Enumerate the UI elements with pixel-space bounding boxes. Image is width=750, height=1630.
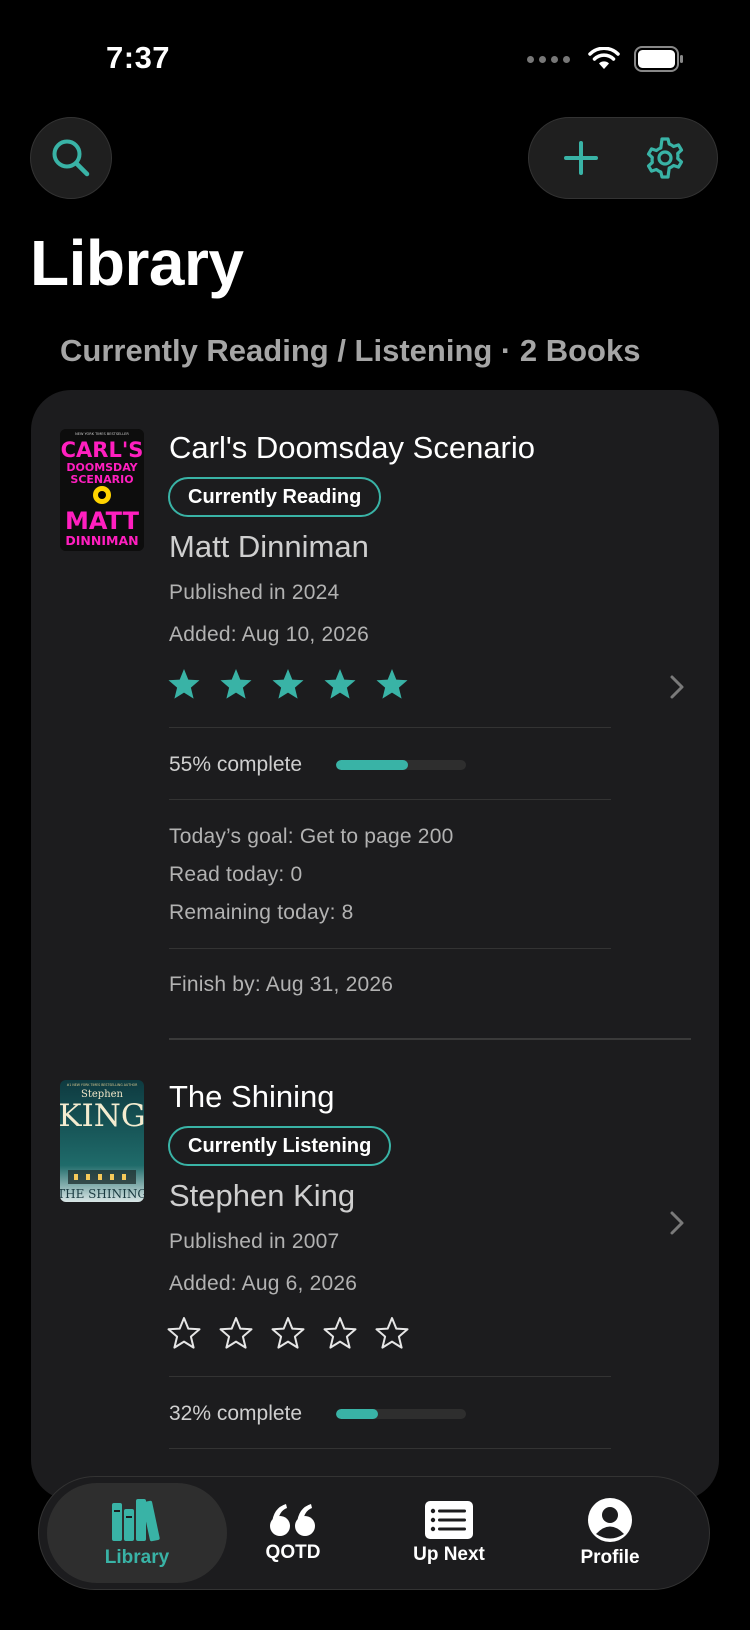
book-row-the-shining[interactable]: #1 NEW YORK TIMES BESTSELLING AUTHOR Ste… (31, 1040, 719, 1500)
book-cover: NEW YORK TIMES BESTSELLER CARL'S DOOMSDA… (60, 429, 144, 551)
battery-icon (634, 46, 683, 72)
section-header: Currently Reading / Listening · 2 Books (60, 333, 641, 368)
svg-text:CARL'S: CARL'S (61, 438, 144, 462)
status-badge: Currently Reading (168, 477, 382, 517)
add-button[interactable] (546, 123, 616, 193)
tab-library[interactable]: Library (47, 1483, 227, 1583)
search-button[interactable] (30, 117, 112, 199)
progress-bar (336, 1409, 466, 1419)
wifi-icon (588, 47, 620, 69)
read-today: Read today: 0 (169, 863, 303, 886)
reading-list-card: NEW YORK TIMES BESTSELLER CARL'S DOOMSDA… (31, 390, 719, 1500)
remaining-today: Remaining today: 8 (169, 901, 354, 924)
star-filled-icon[interactable] (374, 667, 410, 703)
progress-label: 55% complete (169, 753, 303, 776)
svg-text:SCENARIO: SCENARIO (70, 473, 133, 486)
plus-icon (564, 141, 598, 175)
divider (169, 1376, 611, 1377)
star-filled-icon[interactable] (322, 667, 358, 703)
status-bar: 7:37 (0, 0, 750, 110)
star-outline-icon[interactable] (270, 1316, 306, 1352)
books-icon (112, 1499, 160, 1542)
svg-text:DINNIMAN: DINNIMAN (65, 533, 138, 548)
book-row-carls-doomsday-scenario[interactable]: NEW YORK TIMES BESTSELLER CARL'S DOOMSDA… (31, 390, 719, 1040)
divider (169, 948, 611, 949)
quote-icon (270, 1504, 315, 1536)
progress-bar (336, 760, 466, 770)
star-rating[interactable] (166, 1316, 410, 1352)
page-title: Library (30, 227, 244, 299)
published-year: Published in 2007 (169, 1230, 340, 1253)
star-outline-icon[interactable] (166, 1316, 202, 1352)
daily-goal: Today’s goal: Get to page 200 (169, 825, 454, 848)
divider (169, 799, 611, 800)
star-outline-icon[interactable] (218, 1316, 254, 1352)
tab-bar: Library QOTD Up Next Profile (38, 1476, 710, 1590)
progress-bar-fill (336, 760, 408, 770)
star-outline-icon[interactable] (374, 1316, 410, 1352)
star-filled-icon[interactable] (218, 667, 254, 703)
star-outline-icon[interactable] (322, 1316, 358, 1352)
cellular-signal-icon (527, 55, 570, 63)
progress-label: 32% complete (169, 1402, 303, 1425)
settings-button[interactable] (630, 123, 700, 193)
book-title: Carl's Doomsday Scenario (169, 430, 536, 465)
star-filled-icon[interactable] (270, 667, 306, 703)
added-date: Added: Aug 6, 2026 (169, 1272, 358, 1295)
finish-by-date: Finish by: Aug 31, 2026 (169, 973, 394, 996)
action-pill (528, 117, 718, 199)
progress-bar-fill (336, 1409, 378, 1419)
tab-label: QOTD (265, 1542, 321, 1563)
book-cover: #1 NEW YORK TIMES BESTSELLING AUTHOR Ste… (60, 1080, 144, 1202)
svg-text:NEW YORK TIMES BESTSELLER: NEW YORK TIMES BESTSELLER (75, 432, 129, 436)
list-icon (425, 1501, 473, 1539)
status-icons (527, 46, 684, 72)
svg-text:#1 NEW YORK TIMES BESTSELLING: #1 NEW YORK TIMES BESTSELLING AUTHOR (67, 1083, 138, 1087)
book-author: Matt Dinniman (169, 529, 369, 564)
chevron-right-icon (670, 675, 684, 699)
tab-qotd[interactable]: QOTD (243, 1483, 343, 1583)
search-icon (52, 139, 90, 177)
person-icon (588, 1498, 632, 1542)
tab-label: Up Next (413, 1544, 485, 1565)
divider (169, 727, 611, 728)
tab-label: Profile (580, 1547, 640, 1568)
svg-text:MATT: MATT (65, 507, 140, 535)
tab-up-next[interactable]: Up Next (389, 1483, 509, 1583)
chevron-right-icon (670, 1211, 684, 1235)
svg-text:KING: KING (60, 1098, 144, 1134)
star-rating[interactable] (166, 667, 410, 703)
divider (169, 1448, 611, 1449)
status-badge: Currently Listening (168, 1126, 392, 1166)
book-title: The Shining (169, 1079, 335, 1114)
published-year: Published in 2024 (169, 581, 340, 604)
tab-profile[interactable]: Profile (555, 1483, 665, 1583)
star-filled-icon[interactable] (166, 667, 202, 703)
book-author: Stephen King (169, 1178, 356, 1213)
tab-label: Library (104, 1547, 170, 1568)
status-time: 7:37 (106, 40, 171, 75)
gear-icon (646, 137, 684, 179)
added-date: Added: Aug 10, 2026 (169, 623, 369, 646)
svg-text:THE SHINING: THE SHINING (60, 1187, 144, 1201)
